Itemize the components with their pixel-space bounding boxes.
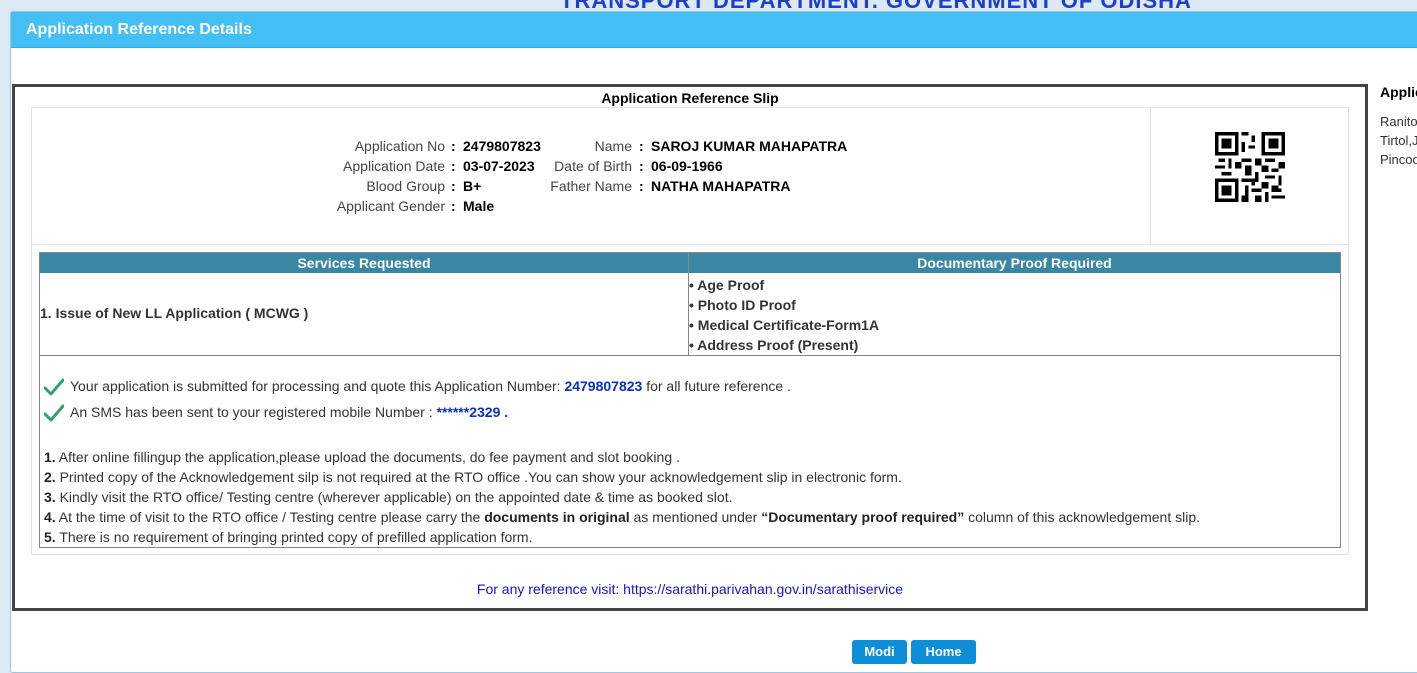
father-name-value: NATHA MAHAPATRA <box>651 178 791 194</box>
applicant-info-box: Application No : 2479807823 Name : SAROJ… <box>31 107 1349 245</box>
list-item: • Age Proof <box>689 277 765 293</box>
instruction-item: 5. There is no requirement of bringing p… <box>44 529 533 545</box>
reference-link[interactable]: For any reference visit: https://sarathi… <box>15 581 1365 597</box>
side-title: Applic <box>1380 84 1417 100</box>
application-date-value: 03-07-2023 <box>463 158 535 174</box>
instructions-box: Your application is submitted for proces… <box>39 355 1341 548</box>
side-line: Pincod <box>1380 152 1417 167</box>
documentary-proof-header: Documentary Proof Required <box>689 253 1340 273</box>
blood-group-label: Blood Group <box>366 178 445 194</box>
check-icon <box>44 404 64 422</box>
services-table: Services Requested Documentary Proof Req… <box>39 252 1341 356</box>
colon: : <box>451 178 456 194</box>
instruction-item: 1. After online fillingup the applicatio… <box>44 449 680 465</box>
name-label: Name <box>594 138 632 154</box>
application-no-label: Application No <box>354 138 445 154</box>
colon: : <box>451 198 456 214</box>
list-item: • Medical Certificate-Form1A <box>689 317 880 333</box>
sms-message: An SMS has been sent to your registered … <box>44 402 508 422</box>
modify-button[interactable]: Modi <box>852 640 907 664</box>
instruction-item: 3. Kindly visit the RTO office/ Testing … <box>44 489 733 505</box>
gender-value: Male <box>463 198 495 214</box>
reference-slip: Application Reference Slip Application N… <box>12 84 1368 611</box>
list-item: • Photo ID Proof <box>689 297 796 313</box>
side-address-panel: Applic Ranito Tirtol,J Pincod <box>1380 84 1417 169</box>
department-banner: TRANSPORT DEPARTMENT, GOVERNMENT OF ODIS… <box>560 0 1320 8</box>
colon: : <box>639 158 644 174</box>
list-item: • Address Proof (Present) <box>689 337 859 353</box>
colon: : <box>451 138 456 154</box>
home-button[interactable]: Home <box>911 640 976 664</box>
application-number-highlight: 2479807823 <box>564 378 643 394</box>
colon: : <box>451 158 456 174</box>
side-line: Tirtol,J <box>1380 133 1417 148</box>
dob-label: Date of Birth <box>554 158 632 174</box>
panel-title: Application Reference Details <box>11 12 1417 48</box>
instruction-item: 4. At the time of visit to the RTO offic… <box>44 509 1201 525</box>
father-name-label: Father Name <box>550 178 632 194</box>
application-date-label: Application Date <box>343 158 445 174</box>
gender-label: Applicant Gender <box>336 198 445 214</box>
application-no-value: 2479807823 <box>463 138 541 154</box>
side-line: Ranito <box>1380 114 1417 129</box>
masked-mobile-number: ******2329 . <box>436 404 509 420</box>
applicant-info-grid: Application No : 2479807823 Name : SAROJ… <box>32 108 1151 244</box>
name-value: SAROJ KUMAR MAHAPATRA <box>651 138 848 154</box>
dob-value: 06-09-1966 <box>651 158 723 174</box>
colon: : <box>639 178 644 194</box>
instruction-item: 2. Printed copy of the Acknowledgement s… <box>44 469 902 485</box>
submission-message: Your application is submitted for proces… <box>44 376 791 396</box>
qr-code-icon <box>1215 132 1285 202</box>
blood-group-value: B+ <box>463 178 482 194</box>
check-icon <box>44 378 64 396</box>
services-requested-header: Services Requested <box>40 253 688 273</box>
proof-list: • Age Proof • Photo ID Proof • Medical C… <box>689 275 879 355</box>
slip-title: Application Reference Slip <box>601 90 779 106</box>
service-requested-value: 1. Issue of New LL Application ( MCWG ) <box>40 305 309 321</box>
application-reference-panel: Application Reference Details Applicatio… <box>10 11 1417 673</box>
colon: : <box>639 138 644 154</box>
